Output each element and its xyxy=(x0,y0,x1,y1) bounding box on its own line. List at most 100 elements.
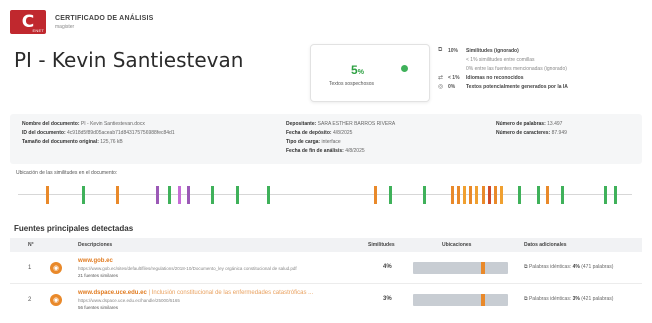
identical-words-percent: 3% xyxy=(572,296,580,302)
similarity-location-mark[interactable] xyxy=(168,186,171,204)
logo: C ENET xyxy=(10,10,46,34)
source-row[interactable]: 1 ◉ www.gob.ec https://www.gob.ec/sites/def… xyxy=(10,256,642,280)
source-location-bar[interactable] xyxy=(413,294,508,306)
metadata-item: ID del documento: 4c918d5f89d05aceab71d8… xyxy=(22,129,175,138)
identical-words-count: (471 palabras) xyxy=(581,264,614,270)
identical-words-label: Palabras idénticas: xyxy=(528,264,572,270)
metadata-item: Fecha de depósito: 4/8/2025 xyxy=(286,129,395,138)
sources-title: Fuentes principales detectadas xyxy=(14,224,134,233)
metadata-item: Número de palabras: 13.497 xyxy=(496,120,567,129)
similarity-detail-text: Idiomas no reconocidos xyxy=(466,74,524,81)
metadata-item: Tamaño del documento original: 125,76 kB xyxy=(22,138,175,147)
similarity-location-mark[interactable] xyxy=(267,186,270,204)
similarity-location-mark[interactable] xyxy=(604,186,607,204)
similarity-detail-row: 0% entre las fuentes mencionadas (ignora… xyxy=(438,64,648,73)
similarity-label: Textos sospechosos xyxy=(329,81,375,87)
similarity-location-mark[interactable] xyxy=(488,186,491,204)
source-globe-icon[interactable]: ◉ xyxy=(50,294,62,306)
header: C ENET CERTIFICADO DE ANÁLISIS magister xyxy=(10,8,153,36)
similarity-location-mark[interactable] xyxy=(374,186,377,204)
metadata-label: Depositante: xyxy=(286,121,317,127)
header-locations: Ubicaciones xyxy=(442,242,472,248)
source-domain[interactable]: www.gob.ec xyxy=(78,258,113,264)
similarity-detail-text: Textos potencialmente generados por la I… xyxy=(466,83,568,90)
similarity-card: 5% Textos sospechosos xyxy=(310,44,430,102)
certificate-subtitle: magister xyxy=(55,23,75,30)
metadata-label: Tipo de carga: xyxy=(286,139,321,145)
similarity-detail-row: ⧉ 10% Similitudes (ignorado) xyxy=(438,46,648,55)
source-title[interactable]: www.gob.ec xyxy=(78,258,368,264)
similarity-location-mark[interactable] xyxy=(178,186,181,204)
ai-icon: ◎ xyxy=(438,84,444,90)
similarity-location-mark[interactable] xyxy=(116,186,119,204)
source-row[interactable]: 2 ◉ www.dspace.uce.edu.ec | Inclusión cons… xyxy=(10,288,642,312)
similar-sources-count[interactable]: 21 fuentes similares xyxy=(78,273,368,278)
page-title: PI - Kevin Santiestevan xyxy=(14,48,244,72)
similarity-location-mark[interactable] xyxy=(156,186,159,204)
metadata-value: interface xyxy=(321,139,341,145)
source-title-detail[interactable]: | Inclusión constitucional de las enferm… xyxy=(148,290,313,296)
source-url[interactable]: https://www.dspace.uce.edu.ec/handle/250… xyxy=(78,298,368,303)
metadata-value: 125,76 kB xyxy=(100,139,123,145)
source-similarity-percent: 3% xyxy=(383,296,392,302)
metadata-item: Tipo de carga: interface xyxy=(286,138,395,147)
similarity-location-mark[interactable] xyxy=(82,186,85,204)
logo-small-text: ENET xyxy=(32,28,44,33)
similarity-location-mark[interactable] xyxy=(389,186,392,204)
similarity-location-mark[interactable] xyxy=(614,186,617,204)
identical-words-count: (421 palabras) xyxy=(581,296,614,302)
similarity-location-mark[interactable] xyxy=(211,186,214,204)
similarity-location-mark[interactable] xyxy=(546,186,549,204)
similarity-location-track[interactable] xyxy=(18,186,632,204)
similarity-percent: 5% xyxy=(351,63,364,77)
source-number: 2 xyxy=(28,297,32,303)
metadata-value: 4c918d5f89d05aceab71d843175756988fec84d1 xyxy=(67,130,175,136)
similarity-location-mark[interactable] xyxy=(423,186,426,204)
similarity-location-mark[interactable] xyxy=(561,186,564,204)
identical-words-percent: 4% xyxy=(572,264,580,270)
similarity-location-mark[interactable] xyxy=(500,186,503,204)
source-description: www.gob.ec https://www.gob.ec/sites/defau… xyxy=(78,258,368,278)
similarity-location-mark[interactable] xyxy=(475,186,478,204)
similarity-location-mark[interactable] xyxy=(482,186,485,204)
similarity-location-mark[interactable] xyxy=(469,186,472,204)
similarity-location-mark[interactable] xyxy=(518,186,521,204)
similarity-detail-value: < 1% xyxy=(448,74,460,81)
row-divider xyxy=(10,283,642,284)
metadata-item: Nombre del documento: PI - Kevin Santies… xyxy=(22,120,175,129)
similarity-indicator xyxy=(401,65,408,72)
source-url[interactable]: https://www.gob.ec/sites/default/files/r… xyxy=(78,266,368,271)
metadata-label: Nombre del documento: xyxy=(22,121,80,127)
copy-icon: ⧉ xyxy=(438,47,443,53)
similarity-location-mark[interactable] xyxy=(236,186,239,204)
identical-words-label: Palabras idénticas: xyxy=(528,296,572,302)
header-additional-data: Datos adicionales xyxy=(524,242,567,248)
source-location-mark xyxy=(481,294,485,306)
similarity-location-mark[interactable] xyxy=(463,186,466,204)
similar-sources-count[interactable]: 56 fuentes similares xyxy=(78,305,368,310)
similarity-detail-text: Similitudes (ignorado) xyxy=(466,47,519,54)
header-similarities: Similitudes xyxy=(368,242,395,248)
similarity-details: ⧉ 10% Similitudes (ignorado) < 1% similitud… xyxy=(438,46,648,91)
metadata-value: 4/8/2025 xyxy=(332,130,353,136)
metadata-col-deposit: Depositante: SARA ESTHER BARROS RIVERA Fe… xyxy=(286,120,395,156)
similarity-location-mark[interactable] xyxy=(457,186,460,204)
source-globe-icon[interactable]: ◉ xyxy=(50,262,62,274)
source-location-bar[interactable] xyxy=(413,262,508,274)
similarity-detail-value: 10% xyxy=(448,47,459,54)
similarity-location-mark[interactable] xyxy=(187,186,190,204)
similarity-location-mark[interactable] xyxy=(537,186,540,204)
similarity-location-mark[interactable] xyxy=(494,186,497,204)
source-title[interactable]: www.dspace.uce.edu.ec | Inclusión consti… xyxy=(78,290,368,296)
metadata-label: Fecha de depósito: xyxy=(286,130,332,136)
metadata-col-document: Nombre del documento: PI - Kevin Santies… xyxy=(22,120,175,147)
metadata-item: Depositante: SARA ESTHER BARROS RIVERA xyxy=(286,120,395,129)
similarity-detail-row: < 1% similitudes entre comillas xyxy=(438,55,648,64)
source-domain[interactable]: www.dspace.uce.edu.ec xyxy=(78,290,147,296)
similarity-detail-row: ⇄ < 1% Idiomas no reconocidos xyxy=(438,73,648,82)
source-location-mark xyxy=(481,262,485,274)
source-number: 1 xyxy=(28,265,32,271)
similarity-location-mark[interactable] xyxy=(451,186,454,204)
header-number: N° xyxy=(28,242,34,248)
similarity-location-mark[interactable] xyxy=(46,186,49,204)
